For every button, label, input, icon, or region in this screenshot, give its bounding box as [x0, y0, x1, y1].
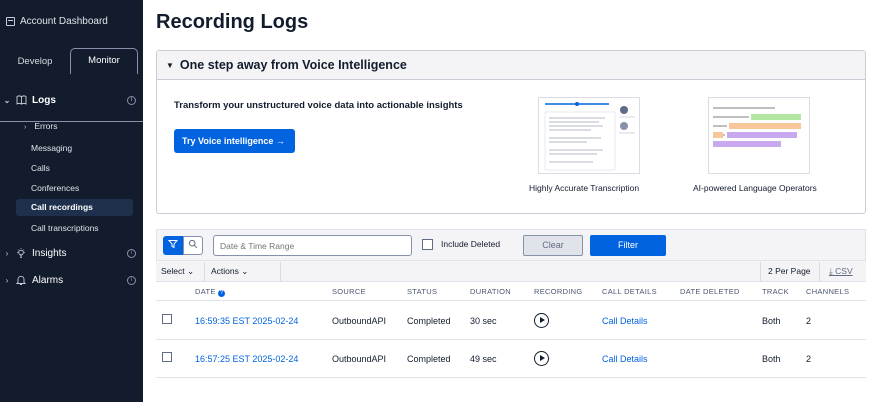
filter-icon: [167, 240, 179, 249]
column-header-status: STATUS: [407, 287, 438, 296]
sidebar-item-insights-label: Insights: [32, 247, 67, 259]
source-cell: OutboundAPI: [332, 316, 387, 326]
voice-intelligence-header[interactable]: ▼ One step away from Voice Intelligence: [157, 51, 865, 80]
column-header-call-details: CALL DETAILS: [602, 287, 657, 296]
help-icon[interactable]: ?: [218, 290, 226, 297]
recording-date-link[interactable]: 16:59:35 EST 2025-02-24: [195, 316, 298, 326]
source-cell: OutboundAPI: [332, 354, 387, 364]
lightbulb-icon: [15, 247, 27, 259]
status-cell: Completed: [407, 316, 451, 326]
call-details-link[interactable]: Call Details: [602, 316, 648, 326]
tab-monitor[interactable]: Monitor: [70, 48, 138, 74]
duration-cell: 30 sec: [470, 316, 497, 326]
csv-download-label: CSV: [835, 266, 853, 276]
dashboard-icon: [6, 17, 15, 26]
status-cell: Completed: [407, 354, 451, 364]
sidebar-item-messaging[interactable]: Messaging: [31, 143, 72, 153]
sidebar-item-call-recordings[interactable]: Call recordings: [16, 199, 133, 216]
actions-dropdown[interactable]: Actions ⌄: [211, 266, 248, 277]
column-header-date[interactable]: DATE ?: [195, 287, 226, 297]
voice-intelligence-tagline: Transform your unstructured voice data i…: [174, 100, 463, 111]
column-header-channels: CHANNELS: [806, 287, 850, 296]
info-icon[interactable]: i: [127, 248, 136, 258]
actions-dropdown-label: Actions: [211, 266, 239, 276]
date-time-range-input[interactable]: [213, 235, 412, 256]
info-icon[interactable]: i: [127, 275, 136, 285]
sidebar-item-logs[interactable]: ⌄ Logs i: [0, 94, 143, 106]
language-operators-preview-image: [708, 97, 810, 174]
account-dashboard-link[interactable]: Account Dashboard: [6, 16, 108, 27]
chevron-down-icon: ⌄: [187, 266, 195, 276]
chevron-right-icon: ›: [24, 124, 27, 131]
divider: [204, 262, 205, 281]
row-checkbox[interactable]: [162, 352, 172, 362]
column-header-date-label: DATE: [195, 287, 216, 296]
sidebar-item-alarms[interactable]: › Alarms i: [0, 274, 143, 286]
caret-down-icon: ▼: [166, 60, 174, 70]
voice-intelligence-heading: One step away from Voice Intelligence: [179, 58, 407, 72]
voice-intelligence-card: ▼ One step away from Voice Intelligence …: [156, 50, 866, 214]
track-cell: Both: [762, 354, 781, 364]
call-details-link[interactable]: Call Details: [602, 354, 648, 364]
chevron-down-icon: ⌄: [241, 266, 249, 276]
filter-bar: Include Deleted Clear Filter: [156, 229, 866, 261]
csv-download-link[interactable]: ⤓ CSV: [829, 266, 853, 277]
sidebar-tabs: Develop Monitor: [0, 48, 143, 122]
sidebar-item-call-transcriptions[interactable]: Call transcriptions: [31, 223, 99, 233]
sidebar-item-calls[interactable]: Calls: [31, 163, 50, 173]
page-title: Recording Logs: [156, 11, 309, 33]
divider: [280, 262, 281, 281]
table-row: 16:59:35 EST 2025-02-24 OutboundAPI Comp…: [156, 302, 866, 340]
clear-button[interactable]: Clear: [523, 235, 583, 256]
bell-icon: [15, 274, 27, 286]
select-dropdown-label: Select: [161, 266, 185, 276]
include-deleted-checkbox[interactable]: [422, 239, 433, 250]
chevron-down-icon: ⌄: [3, 95, 11, 105]
feature-caption-transcription: Highly Accurate Transcription: [529, 183, 640, 193]
info-icon[interactable]: i: [127, 95, 136, 105]
sidebar-item-conferences[interactable]: Conferences: [31, 183, 79, 193]
column-header-date-deleted: DATE DELETED: [680, 287, 740, 296]
sidebar-item-errors-label: Errors: [34, 121, 58, 131]
sidebar-item-logs-label: Logs: [32, 94, 56, 106]
search-toggle-button[interactable]: [183, 236, 203, 255]
try-voice-intelligence-button[interactable]: Try Voice intelligence →: [174, 129, 295, 153]
include-deleted-label: Include Deleted: [441, 239, 501, 249]
sidebar: Account Dashboard Develop Monitor ⌄ Logs…: [0, 0, 143, 402]
account-dashboard-label: Account Dashboard: [20, 16, 108, 27]
tab-develop[interactable]: Develop: [4, 52, 66, 72]
sidebar-item-errors[interactable]: › Errors: [24, 121, 57, 131]
transcription-preview-image: [538, 97, 640, 174]
row-checkbox[interactable]: [162, 314, 172, 324]
table-action-row: Select ⌄ Actions ⌄ 2 Per Page ⤓ CSV: [156, 261, 866, 282]
sidebar-item-insights[interactable]: › Insights i: [0, 247, 143, 259]
download-icon: ⤓: [829, 266, 833, 276]
tabs-divider: [0, 121, 143, 122]
track-cell: Both: [762, 316, 781, 326]
channels-cell: 2: [806, 316, 812, 326]
per-page-selector[interactable]: 2 Per Page: [768, 266, 811, 276]
filter-toggle-button[interactable]: [163, 236, 183, 255]
duration-cell: 49 sec: [470, 354, 497, 364]
table-header: DATE ? SOURCE STATUS DURATION RECORDING …: [156, 283, 866, 301]
select-dropdown[interactable]: Select ⌄: [161, 266, 194, 277]
filter-button[interactable]: Filter: [590, 235, 666, 256]
channels-cell: 2: [806, 354, 812, 364]
column-header-source: SOURCE: [332, 287, 366, 296]
recording-date-link[interactable]: 16:57:25 EST 2025-02-24: [195, 354, 298, 364]
book-icon: [15, 94, 27, 106]
table-row: 16:57:25 EST 2025-02-24 OutboundAPI Comp…: [156, 340, 866, 378]
sidebar-item-alarms-label: Alarms: [32, 274, 64, 286]
column-header-recording: RECORDING: [534, 287, 583, 296]
divider: [760, 262, 761, 281]
feature-caption-language-operators: AI-powered Language Operators: [693, 183, 817, 193]
divider: [819, 262, 820, 281]
play-icon[interactable]: [534, 351, 549, 366]
column-header-track: TRACK: [762, 287, 789, 296]
chevron-right-icon: ›: [5, 275, 9, 285]
chevron-right-icon: ›: [5, 248, 9, 258]
play-icon[interactable]: [534, 313, 549, 328]
search-icon: [188, 239, 198, 249]
column-header-duration: DURATION: [470, 287, 512, 296]
